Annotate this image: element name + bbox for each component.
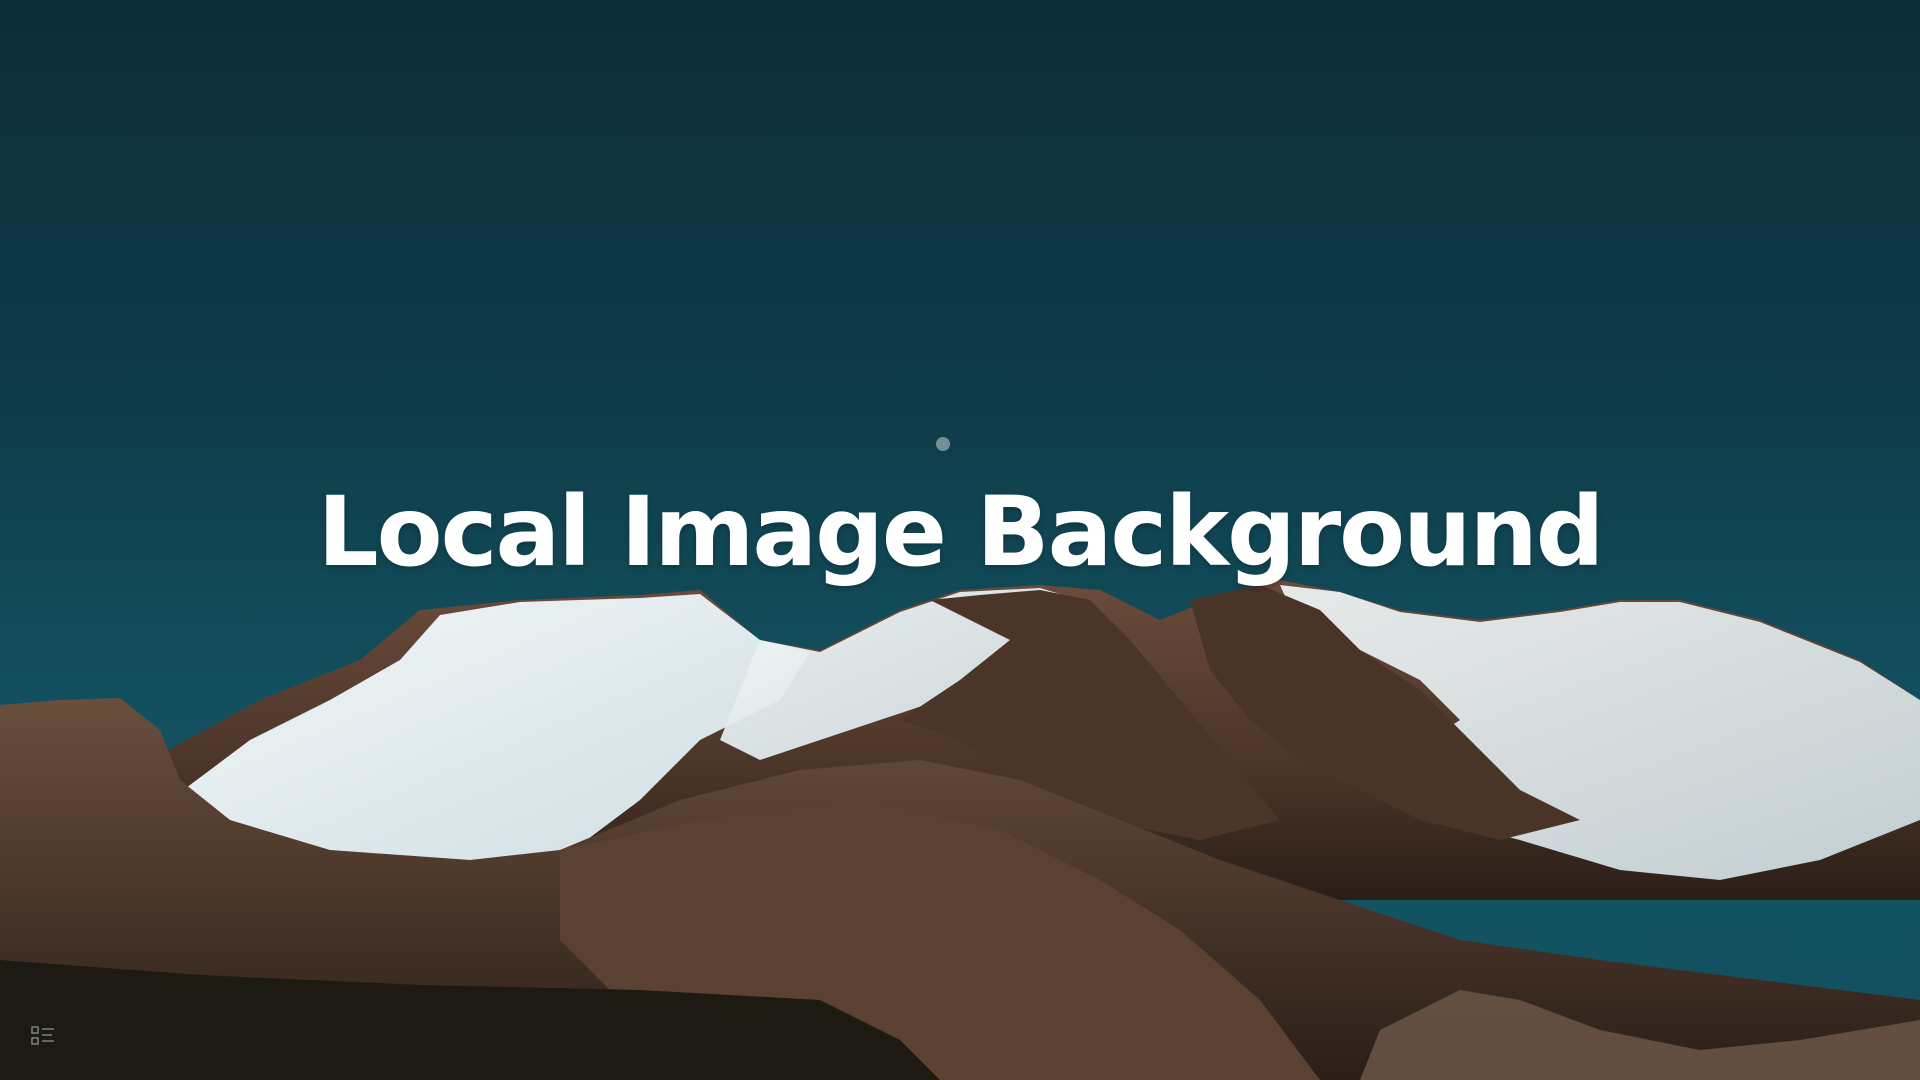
slide-title: Local Image Background: [317, 476, 1604, 588]
slide-menu-button[interactable]: [30, 1024, 58, 1048]
moon: [936, 437, 950, 451]
slide: Local Image Background: [0, 0, 1920, 1080]
slide-menu-icon: [31, 1026, 54, 1045]
